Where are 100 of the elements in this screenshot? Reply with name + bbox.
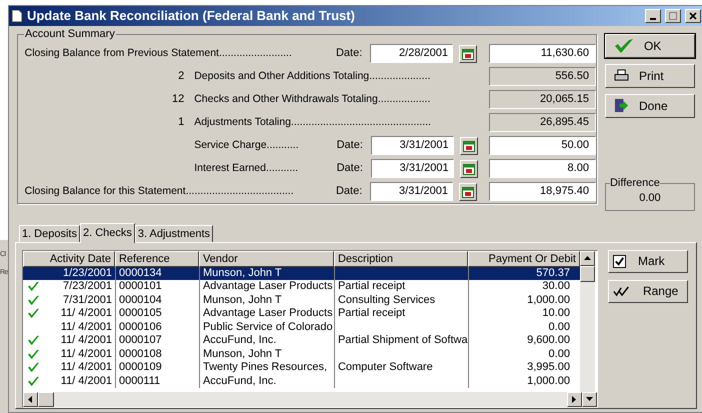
scroll-thumb[interactable] — [38, 392, 54, 406]
table-row[interactable]: 11/ 4/2001 0000107 AccuFund, Inc. Partial Shipment of Softwa 9,600.00 — [22, 334, 580, 348]
calendar-button[interactable] — [460, 136, 478, 154]
table-cell-text: 7/23/2001 — [62, 280, 113, 294]
date-field[interactable]: 2/28/2001 — [370, 44, 453, 63]
table-cell: Computer Software — [334, 361, 468, 374]
checkmark-icon — [614, 38, 634, 54]
table-cell-text: 11/ 4/2001 — [60, 320, 113, 334]
date-label: Date: — [336, 161, 364, 176]
amount-field: 20,065.15 — [488, 90, 596, 109]
table-row[interactable]: 11/ 4/2001 0000108 Munson, John T 0.00 — [22, 348, 580, 361]
table-cell: 0000134 — [114, 266, 199, 280]
date-field[interactable]: 3/31/2001 — [370, 136, 454, 155]
summary-label: Adjustments Totaling................................................ — [194, 116, 431, 128]
table-cell: Advantage Laser Products — [198, 307, 334, 320]
amount-field: 26,895.45 — [488, 113, 596, 132]
table-cell-text: 11/ 4/2001 — [60, 361, 113, 374]
table-cell: AccuFund, Inc. — [198, 334, 334, 348]
done-button[interactable]: Done — [604, 94, 695, 118]
maximize-button[interactable] — [664, 8, 681, 23]
summary-label: Interest Earned........... — [194, 162, 298, 174]
range-button[interactable]: Range — [608, 280, 688, 302]
amount-field[interactable]: 11,630.60 — [488, 44, 596, 63]
table-row[interactable]: 11/ 4/2001 0000109 Twenty Pines Resources, Computer Software 3,995.00 — [22, 361, 580, 374]
summary-label: Closing Balance from Previous Statement......................... — [24, 47, 292, 60]
table-row[interactable]: 1/23/2001 0000134 Munson, John T 570.37 — [22, 266, 580, 280]
down-arrow-icon — [586, 397, 593, 401]
table-row[interactable]: 11/ 4/2001 0000105 Advantage Laser Products Partial receipt 10.00 — [22, 307, 580, 320]
column-header[interactable]: Reference — [114, 250, 199, 266]
table-row[interactable]: 7/31/2001 0000104 Munson, John T Consulting Services 1,000.00 — [22, 294, 580, 307]
table-cell-text: 11/ 4/2001 — [60, 348, 113, 361]
amount-field[interactable]: 18,975.40 — [488, 182, 596, 201]
calendar-icon — [462, 162, 475, 174]
summary-label: Deposits and Other Additions Totaling..................... — [194, 70, 430, 82]
table-cell: 0000107 — [114, 334, 199, 348]
difference-value: 0.00 — [639, 191, 661, 206]
table-cell: Partial receipt — [334, 307, 468, 320]
date-field[interactable]: 3/31/2001 — [370, 182, 453, 201]
minimize-icon — [650, 18, 656, 20]
calendar-button[interactable] — [458, 44, 477, 62]
table-cell: Consulting Services — [334, 294, 468, 307]
table-cell: Munson, John T — [198, 348, 334, 361]
right-arrow-icon — [572, 396, 576, 402]
group-title: Account Summary — [24, 26, 116, 40]
table-cell: Partial Shipment of Softwa — [334, 334, 468, 348]
calendar-button[interactable] — [460, 160, 478, 178]
table-cell: Munson, John T — [198, 266, 334, 280]
up-arrow-icon — [584, 256, 591, 260]
calendar-icon — [462, 140, 475, 152]
count-text: 1 — [178, 115, 184, 130]
tab[interactable]: 2. Checks — [80, 222, 135, 242]
table-row[interactable]: 11/ 4/2001 0000111 AccuFund, Inc. 1,000.00 — [22, 374, 580, 388]
table-cell: 0000109 — [114, 361, 199, 374]
column-header[interactable]: Activity Date — [22, 250, 115, 266]
mark-button[interactable]: Mark — [608, 250, 688, 272]
table-cell: Public Service of Colorado — [198, 320, 334, 334]
calendar-icon — [462, 186, 474, 198]
maximize-icon — [668, 12, 677, 20]
ok-button[interactable]: OK — [604, 34, 695, 58]
tab[interactable]: 1. Deposits — [18, 224, 80, 242]
date-label: Date: — [336, 184, 364, 200]
table-cell-text: 11/ 4/2001 — [60, 307, 113, 320]
table-cell: Twenty Pines Resources, — [198, 361, 334, 374]
double-check-icon — [612, 286, 631, 296]
close-icon — [688, 12, 697, 20]
minimize-button[interactable] — [644, 8, 661, 23]
date-label: Date: — [336, 46, 364, 62]
window-title: Update Bank Reconciliation (Federal Bank and Trust) — [26, 7, 355, 25]
table-cell: 0000111 — [114, 374, 199, 388]
table-cell: 0000105 — [114, 307, 199, 320]
date-field[interactable]: 3/31/2001 — [370, 159, 454, 178]
table-cell: 0000108 — [114, 348, 199, 361]
count-text: 2 — [178, 69, 184, 84]
amount-field[interactable]: 50.00 — [488, 136, 596, 155]
amount-field: 556.50 — [488, 67, 596, 86]
summary-label: Closing Balance for this Statement..................................... — [24, 185, 294, 198]
print-button[interactable]: Print — [604, 64, 695, 88]
column-header[interactable]: Payment Or Debit — [468, 250, 580, 266]
close-button[interactable] — [684, 8, 701, 23]
column-header[interactable]: Description — [334, 250, 468, 266]
table-cell-text: 11/ 4/2001 — [60, 374, 113, 388]
amount-field[interactable]: 8.00 — [488, 159, 596, 178]
table-cell: 0000104 — [114, 294, 199, 307]
left-arrow-icon — [28, 396, 32, 402]
table-row[interactable]: 7/23/2001 0000101 Advantage Laser Products Partial receipt 30.00 — [22, 280, 580, 294]
tab[interactable]: 3. Adjustments — [134, 224, 214, 242]
table-cell: AccuFund, Inc. — [198, 374, 334, 388]
exit-arrow-icon — [614, 98, 629, 113]
table-cell-text: 1/23/2001 — [62, 266, 113, 280]
table-cell: Munson, John T — [198, 294, 334, 307]
summary-label: Service Charge........... — [194, 139, 299, 152]
date-label: Date: — [336, 138, 364, 154]
printer-icon — [614, 69, 629, 82]
table-cell: Advantage Laser Products — [198, 280, 334, 294]
checkbox-icon — [612, 254, 626, 268]
table-cell-text: 7/31/2001 — [62, 294, 113, 307]
table-cell: 0000101 — [114, 280, 199, 294]
calendar-button[interactable] — [458, 182, 477, 200]
column-header[interactable]: Vendor — [198, 250, 334, 266]
count-text: 12 — [172, 92, 184, 108]
